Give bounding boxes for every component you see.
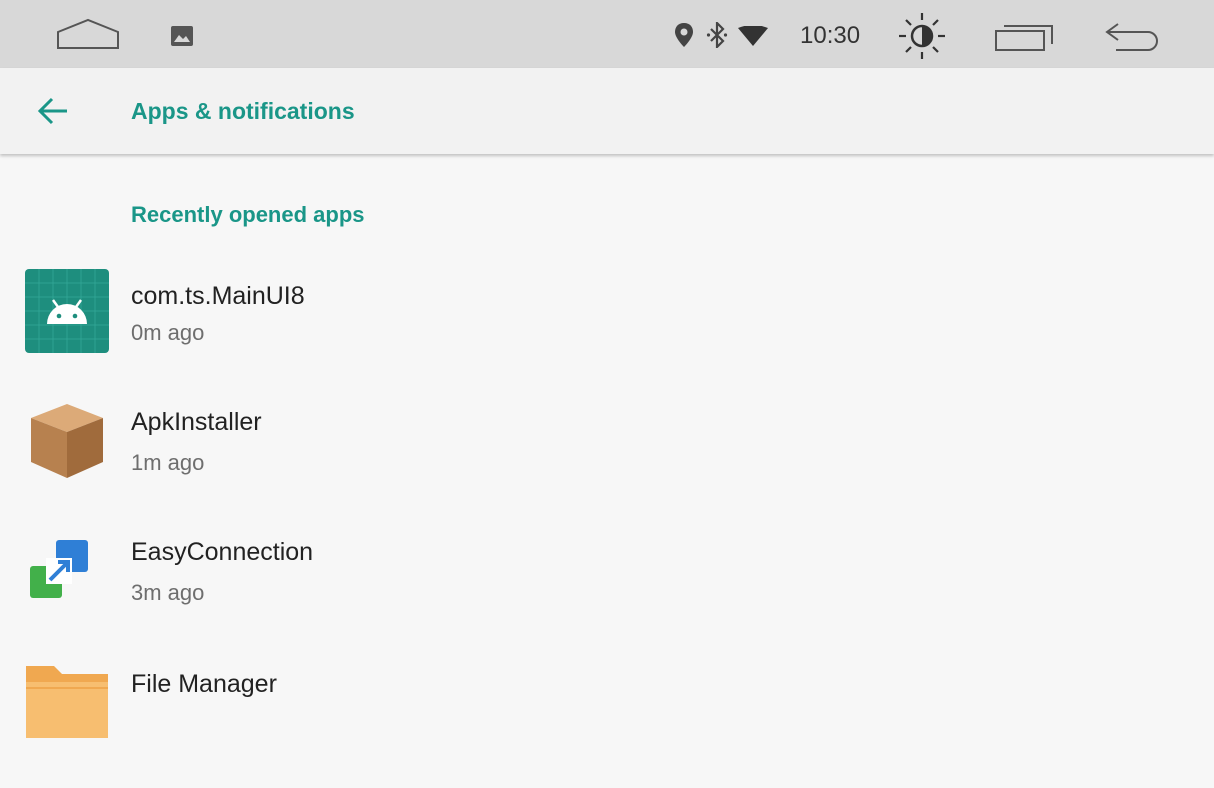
app-last-opened: 0m ago — [131, 320, 205, 345]
brightness-icon[interactable] — [896, 12, 948, 60]
list-item-app[interactable]: ApkInstaller 1m ago — [0, 398, 1214, 528]
app-name: File Manager — [131, 670, 277, 698]
arrow-left-icon[interactable] — [36, 94, 70, 128]
app-bar: Apps & notifications — [0, 68, 1214, 154]
list-item-app[interactable]: EasyConnection 3m ago — [0, 528, 1214, 658]
package-box-icon — [24, 398, 110, 484]
home-icon[interactable] — [56, 18, 120, 54]
app-last-opened: 1m ago — [131, 450, 205, 475]
recents-icon[interactable] — [994, 22, 1056, 52]
android-icon — [24, 268, 110, 354]
folder-icon — [24, 658, 110, 744]
list-item-app[interactable]: com.ts.MainUI8 0m ago — [0, 268, 1214, 398]
wifi-icon — [738, 26, 768, 46]
list-item-app[interactable]: File Manager — [0, 658, 1214, 788]
status-time: 10:30 — [800, 22, 861, 49]
back-icon[interactable] — [1104, 22, 1164, 52]
status-bar: 10:30 — [0, 0, 1214, 68]
gallery-icon[interactable] — [170, 25, 194, 47]
app-last-opened: 3m ago — [131, 580, 205, 605]
section-header-recent-apps: Recently opened apps — [131, 202, 365, 227]
app-name: EasyConnection — [131, 538, 314, 566]
app-name: com.ts.MainUI8 — [131, 282, 305, 310]
page-title: Apps & notifications — [131, 98, 355, 124]
easyconnection-icon — [24, 528, 110, 614]
app-name: ApkInstaller — [131, 408, 262, 436]
bluetooth-icon — [706, 22, 728, 48]
location-icon — [674, 22, 694, 48]
